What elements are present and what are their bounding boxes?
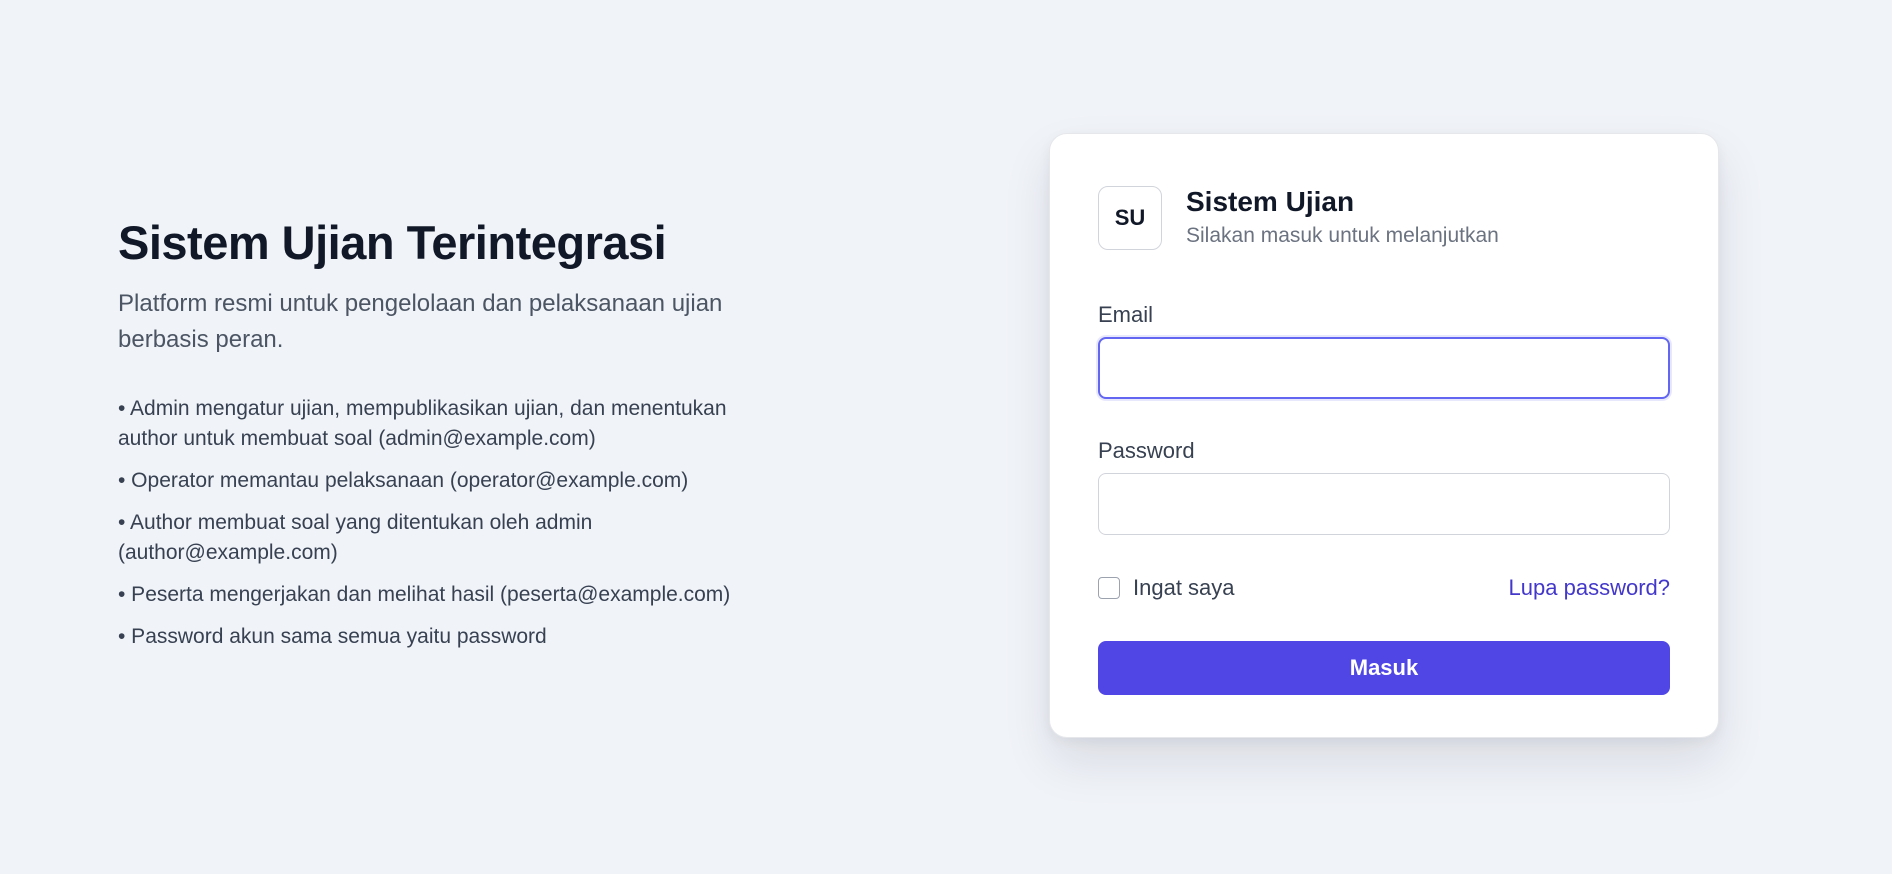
role-item-operator: • Operator memantau pelaksanaan (operato… <box>118 469 689 492</box>
password-label: Password <box>1098 438 1195 463</box>
login-header: SU Sistem Ujian Silakan masuk untuk mela… <box>1098 185 1670 251</box>
login-header-text: Sistem Ujian Silakan masuk untuk melanju… <box>1186 185 1499 251</box>
login-options: Ingat saya Lupa password? <box>1098 573 1670 603</box>
role-item-admin: • Admin mengatur ujian, mempublikasikan … <box>118 397 727 450</box>
page-title: Sistem Ujian Terintegrasi <box>118 216 667 269</box>
email-field[interactable] <box>1098 337 1670 399</box>
role-item-peserta: • Peserta mengerjakan dan melihat hasil … <box>118 583 731 606</box>
login-card: SU Sistem Ujian Silakan masuk untuk mela… <box>1049 133 1719 738</box>
role-item-author: • Author membuat soal yang ditentukan ol… <box>118 511 593 564</box>
role-list: • Admin mengatur ujian, mempublikasikan … <box>118 394 778 652</box>
remember-me-checkbox[interactable] <box>1098 577 1120 599</box>
login-title: Sistem Ujian <box>1186 186 1355 217</box>
login-button[interactable]: Masuk <box>1098 641 1670 695</box>
forgot-password-link[interactable]: Lupa password? <box>1509 575 1670 601</box>
intro-section: Sistem Ujian Terintegrasi Platform resmi… <box>118 214 778 664</box>
email-label: Email <box>1098 302 1154 327</box>
page-subtitle: Platform resmi untuk pengelolaan dan pel… <box>118 290 723 353</box>
app-logo: SU <box>1098 186 1162 250</box>
remember-me-label[interactable]: Ingat saya <box>1133 575 1235 601</box>
login-subtitle: Silakan masuk untuk melanjutkan <box>1186 224 1499 247</box>
password-note: • Password akun sama semua yaitu passwor… <box>118 625 547 648</box>
password-field[interactable] <box>1098 473 1670 535</box>
remember-me: Ingat saya <box>1098 575 1235 601</box>
